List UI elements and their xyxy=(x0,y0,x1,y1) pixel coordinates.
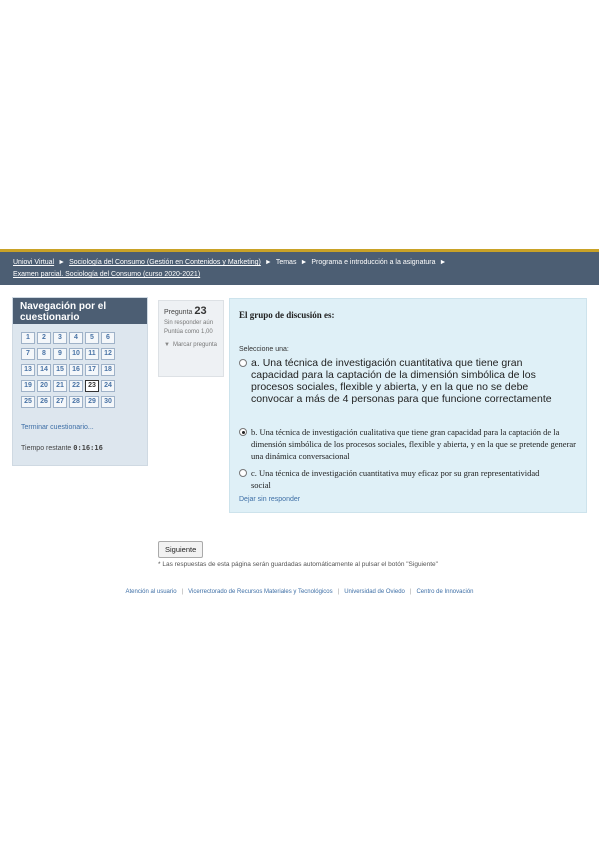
question-nav-button[interactable]: 15 xyxy=(53,364,67,376)
breadcrumb-item-program[interactable]: Programa e introducción a la asignatura xyxy=(311,259,435,266)
radio-button-checked[interactable] xyxy=(239,428,247,436)
answer-prompt: Seleccione una: xyxy=(239,346,289,353)
question-nav-button[interactable]: 18 xyxy=(101,364,115,376)
answer-option-b[interactable]: b. Una técnica de investigación cualitat… xyxy=(239,426,581,462)
question-nav-button[interactable]: 21 xyxy=(53,380,67,392)
breadcrumb-separator-icon: ► xyxy=(58,259,66,266)
answer-option-c[interactable]: c. Una técnica de investigación cuantita… xyxy=(239,467,551,491)
radio-button[interactable] xyxy=(239,469,247,477)
footer-separator: | xyxy=(409,589,412,595)
question-nav-button[interactable]: 26 xyxy=(37,396,51,408)
footer-link-university[interactable]: Universidad de Oviedo xyxy=(344,589,405,595)
question-nav-button[interactable]: 2 xyxy=(37,332,51,344)
footer-separator: | xyxy=(181,589,184,595)
breadcrumb: Uniovi Virtual ► Sociología del Consumo (G… xyxy=(0,252,599,285)
question-button-grid: 1 2 3 4 5 6 7 8 9 10 11 12 13 14 15 16 17 18 19 20 21 22 23 24 2… xyxy=(13,324,147,408)
question-nav-button[interactable]: 10 xyxy=(69,348,83,360)
question-grade: Puntúa como 1,00 xyxy=(164,329,213,335)
question-nav-button[interactable]: 3 xyxy=(53,332,67,344)
question-nav-button[interactable]: 7 xyxy=(21,348,35,360)
question-nav-button[interactable]: 20 xyxy=(37,380,51,392)
question-nav-button[interactable]: 16 xyxy=(69,364,83,376)
question-nav-button[interactable]: 27 xyxy=(53,396,67,408)
question-number-value: 23 xyxy=(194,305,207,317)
question-nav-button[interactable]: 6 xyxy=(101,332,115,344)
question-info-panel: Pregunta 23 Sin responder aún Puntúa como… xyxy=(158,300,224,377)
breadcrumb-separator-icon: ► xyxy=(300,259,308,266)
question-nav-button[interactable]: 9 xyxy=(53,348,67,360)
question-text: El grupo de discusión es: xyxy=(239,310,335,320)
breadcrumb-separator-icon: ► xyxy=(439,259,447,266)
question-nav-button[interactable]: 11 xyxy=(85,348,99,360)
footer-separator: | xyxy=(337,589,340,595)
answer-option-a[interactable]: a. Una técnica de investigación cuantita… xyxy=(239,357,571,405)
flag-icon[interactable]: ▼ xyxy=(164,342,170,348)
footer: Atención al usuario | Vicerrectorado de Re… xyxy=(0,589,599,595)
question-nav-button[interactable]: 28 xyxy=(69,396,83,408)
question-nav-button[interactable]: 14 xyxy=(37,364,51,376)
question-nav-button[interactable]: 17 xyxy=(85,364,99,376)
footer-link-vicerrectorado[interactable]: Vicerrectorado de Recursos Materiales y … xyxy=(188,589,333,595)
flag-question-label: Marcar pregunta xyxy=(172,342,217,348)
question-nav-button[interactable]: 30 xyxy=(101,396,115,408)
footer-link-support[interactable]: Atención al usuario xyxy=(126,589,177,595)
answer-text: a. Una técnica de investigación cuantita… xyxy=(251,357,552,405)
question-nav-button[interactable]: 12 xyxy=(101,348,115,360)
question-nav-button[interactable]: 23 xyxy=(85,380,99,392)
quiz-navigation-title: Navegación por el cuestionario xyxy=(13,298,147,324)
question-nav-button[interactable]: 25 xyxy=(21,396,35,408)
question-nav-button[interactable]: 24 xyxy=(101,380,115,392)
question-nav-button[interactable]: 29 xyxy=(85,396,99,408)
question-state: Sin responder aún xyxy=(164,320,214,326)
question-nav-button[interactable]: 22 xyxy=(69,380,83,392)
time-remaining-label: Tiempo restante xyxy=(21,445,72,452)
question-nav-button[interactable]: 4 xyxy=(69,332,83,344)
time-remaining-value: 0:16:16 xyxy=(73,444,103,452)
breadcrumb-item-course[interactable]: Sociología del Consumo (Gestión en Conte… xyxy=(69,259,261,266)
next-button[interactable]: Siguiente xyxy=(158,541,204,558)
question-formulation: El grupo de discusión es: Seleccione una… xyxy=(229,298,587,513)
finish-attempt-link[interactable]: Terminar cuestionario... xyxy=(21,424,94,431)
quiz-navigation-block: Navegación por el cuestionario 123456789… xyxy=(12,297,148,466)
breadcrumb-item-quiz[interactable]: Examen parcial. Sociología del Consumo (… xyxy=(13,271,200,278)
question-nav-button[interactable]: 1 xyxy=(21,332,35,344)
breadcrumb-item-topics[interactable]: Temas xyxy=(276,259,297,266)
radio-button[interactable] xyxy=(239,359,247,367)
answer-text: c. Una técnica de investigación cuantita… xyxy=(251,468,540,490)
flag-question-toggle[interactable]: ▼ Marcar pregunta xyxy=(164,342,218,348)
answer-text: b. Una técnica de investigación cualitat… xyxy=(251,427,577,461)
breadcrumb-item-home[interactable]: Uniovi Virtual xyxy=(13,259,54,266)
clear-choice-link[interactable]: Dejar sin responder xyxy=(239,496,300,503)
question-number: Pregunta 23 xyxy=(164,305,218,317)
question-nav-button[interactable]: 13 xyxy=(21,364,35,376)
question-nav-button[interactable]: 19 xyxy=(21,380,35,392)
breadcrumb-separator-icon: ► xyxy=(264,259,272,266)
question-label: Pregunta xyxy=(164,309,193,316)
time-remaining: Tiempo restante 0:16:16 xyxy=(21,444,103,452)
footer-link-innovation[interactable]: Centro de Innovación xyxy=(416,589,473,595)
question-nav-button[interactable]: 8 xyxy=(37,348,51,360)
autosave-note: * Las respuestas de esta página serán gu… xyxy=(158,561,438,568)
question-nav-button[interactable]: 5 xyxy=(85,332,99,344)
